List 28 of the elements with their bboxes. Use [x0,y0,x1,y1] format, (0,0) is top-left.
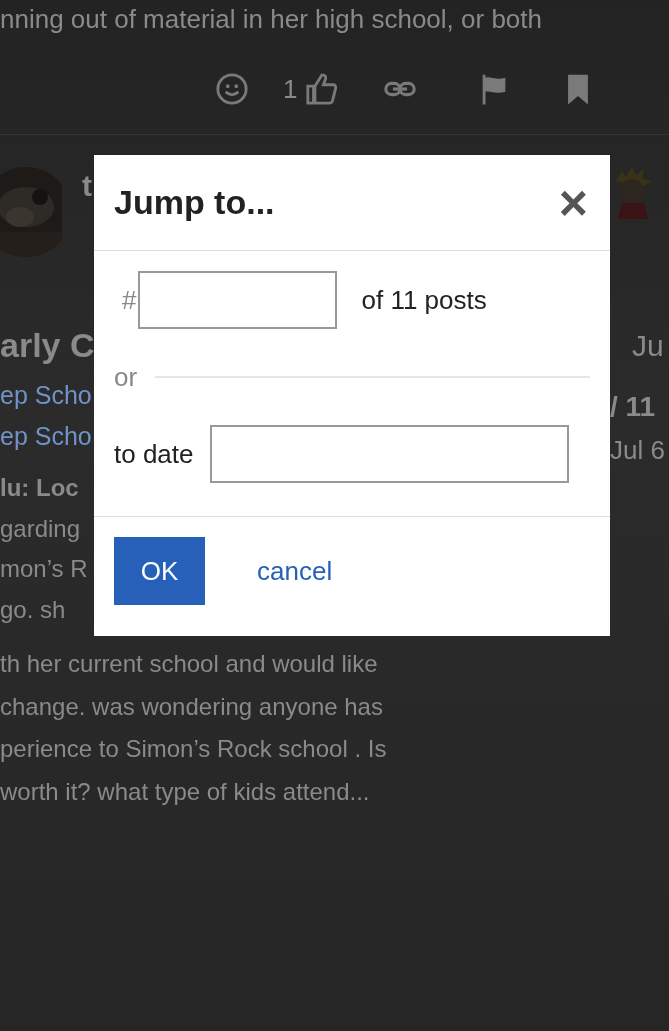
username[interactable]: t [82,169,92,203]
hash-label: # [122,284,137,316]
excerpt-line: go. sh [0,595,67,625]
excerpt-line: mon’s R [0,555,89,585]
like-count: 1 [283,73,298,105]
excerpt-line: perience to Simon’s Rock school . Is [0,735,388,764]
post-number-field[interactable] [138,271,338,329]
close-button[interactable]: × [558,177,588,228]
category-link[interactable]: ep Scho [0,380,94,422]
date-label: to date [114,438,194,470]
cancel-link[interactable]: cancel [257,555,333,587]
dialog-title: Jump to... [114,183,275,222]
excerpt-line: th her current school and would like [0,650,379,679]
or-label: or [114,361,138,393]
posts-count-label: of 11 posts [361,284,487,316]
excerpt-line: lu: Loc [0,474,80,504]
excerpt-line: garding [0,514,82,544]
post-excerpt: nning out of material in her high school, or both [0,3,543,36]
smiley-icon[interactable] [215,72,249,106]
excerpt-line: change. was wondering anyone has [0,692,384,722]
excerpt-line: worth it? what type of kids attend... [0,777,371,807]
date-field[interactable] [209,425,569,483]
topic-date: Ju [631,329,665,364]
ok-button[interactable]: OK [114,537,205,605]
thumbs-up-icon[interactable] [305,72,340,106]
topic-title[interactable]: arly C [0,325,94,381]
progress-date: Jul 6 [610,435,666,467]
category-link[interactable]: ep Scho [0,421,94,463]
